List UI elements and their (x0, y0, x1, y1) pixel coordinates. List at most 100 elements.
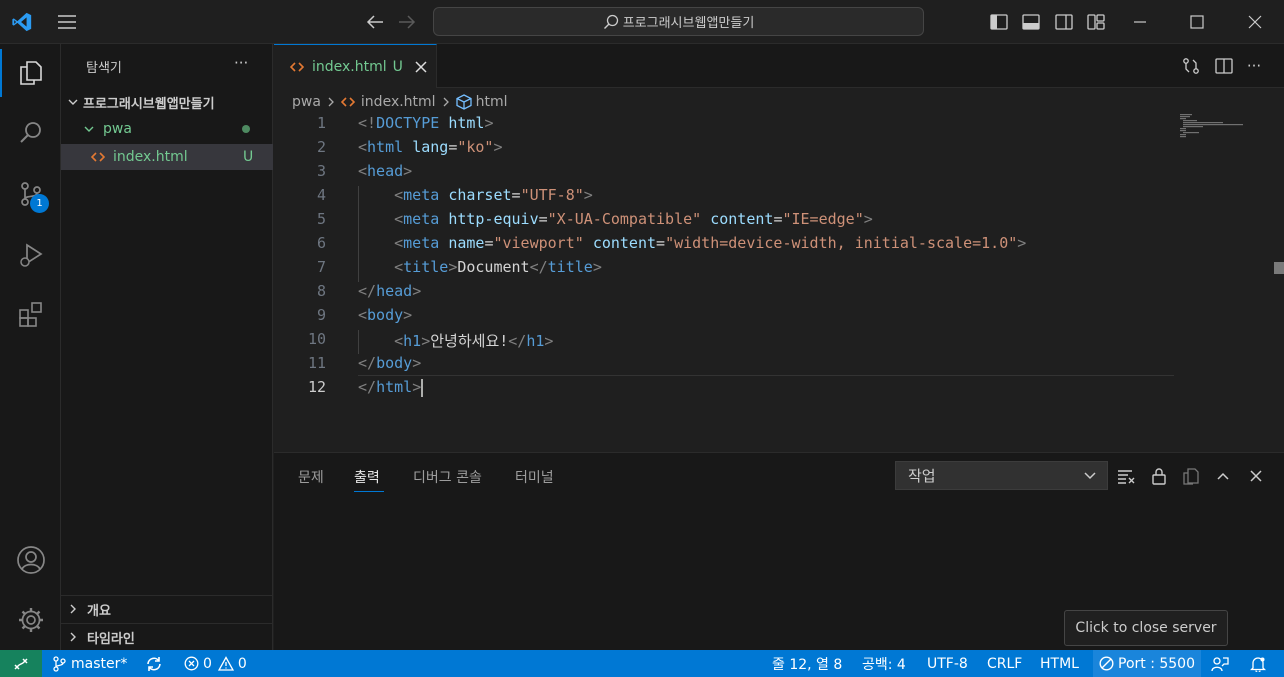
code-line[interactable]: <head> (358, 162, 412, 180)
feedback-icon[interactable] (1211, 650, 1229, 677)
breadcrumb-symbol[interactable]: html (476, 94, 508, 110)
live-server-port[interactable]: Port : 5500 (1093, 650, 1201, 677)
run-debug-icon[interactable] (0, 231, 61, 279)
explorer-sidebar: 탐색기 ··· 프로그래시브웹앱만들기 pwa index.html U 개요 … (61, 44, 273, 650)
maximize-icon[interactable] (1185, 10, 1209, 34)
back-arrow-icon[interactable] (363, 10, 387, 34)
html-file-icon (290, 61, 304, 73)
panel-tab[interactable]: 문제 (298, 467, 324, 487)
settings-gear-icon[interactable] (0, 596, 61, 644)
symbol-element-icon (455, 94, 472, 110)
command-center-search[interactable]: 프로그래시브웹앱만들기 (433, 7, 924, 36)
chevron-right-icon (67, 603, 79, 615)
explorer-icon[interactable] (0, 49, 61, 97)
chevron-down-icon (67, 96, 79, 108)
source-control-icon[interactable] (0, 170, 61, 218)
line-number: 5 (316, 210, 326, 228)
problems-indicator[interactable]: 0 0 (184, 650, 247, 677)
toggle-secondary-sidebar-icon[interactable] (1052, 10, 1076, 34)
code-line[interactable]: </body> (358, 354, 421, 372)
cursor-position[interactable]: 줄 12, 열 8 (772, 650, 842, 677)
workspace-root[interactable]: 프로그래시브웹앱만들기 (61, 89, 273, 115)
indentation[interactable]: 공백: 4 (862, 650, 906, 677)
branch-indicator[interactable]: master* (52, 650, 127, 677)
minimize-icon[interactable] (1128, 10, 1152, 34)
current-line-highlight (358, 375, 1174, 376)
error-count: 0 (203, 655, 212, 672)
close-panel-icon[interactable] (1244, 464, 1268, 488)
sync-icon[interactable] (145, 650, 163, 677)
notifications-bell-icon[interactable] (1250, 650, 1266, 677)
editor-more-icon[interactable]: ··· (1242, 54, 1266, 78)
maximize-panel-icon[interactable] (1211, 464, 1235, 488)
lock-scroll-icon[interactable] (1147, 464, 1171, 488)
code-line[interactable]: <meta charset="UTF-8"> (358, 186, 593, 204)
file-index-html[interactable]: index.html U (61, 144, 273, 170)
tab-index-html[interactable]: index.html U (274, 44, 437, 88)
panel-tab[interactable]: 디버그 콘솔 (413, 467, 482, 487)
explorer-title: 탐색기 (86, 61, 122, 76)
customize-layout-icon[interactable] (1084, 10, 1108, 34)
code-line[interactable]: <html lang="ko"> (358, 138, 503, 156)
encoding[interactable]: UTF-8 (927, 650, 968, 677)
forward-arrow-icon[interactable] (395, 10, 419, 34)
line-number: 10 (307, 330, 326, 348)
timeline-section[interactable]: 타임라인 (61, 624, 273, 650)
outline-label: 개요 (87, 603, 111, 619)
breadcrumb-folder[interactable]: pwa (292, 94, 321, 110)
code-line[interactable]: <title>Document</title> (358, 258, 602, 276)
status-bar: master* 0 0 줄 12, 열 8 공백: 4 UTF-8 CRLF H… (0, 650, 1284, 677)
line-number: 12 (307, 378, 326, 396)
code-editor[interactable]: 1 <!DOCTYPE html> 2 <html lang="ko"> 3 <head>… (274, 114, 1174, 404)
clear-output-icon[interactable] (1114, 464, 1138, 488)
extensions-icon[interactable] (0, 290, 61, 338)
folder-pwa[interactable]: pwa (61, 116, 273, 142)
workspace-root-label: 프로그래시브웹앱만들기 (83, 96, 215, 112)
search-view-icon[interactable] (0, 109, 61, 157)
chevron-right-icon (67, 631, 79, 643)
html-file-icon (91, 151, 105, 163)
timeline-label: 타임라인 (87, 631, 135, 647)
chevron-down-icon (83, 123, 95, 135)
compare-changes-icon[interactable] (1179, 54, 1203, 78)
accounts-icon[interactable] (0, 536, 61, 584)
panel-tab[interactable]: 출력 (354, 467, 380, 487)
language-mode[interactable]: HTML (1040, 650, 1079, 677)
code-line[interactable]: </head> (358, 282, 421, 300)
remote-indicator[interactable] (0, 650, 42, 677)
split-editor-icon[interactable] (1212, 54, 1236, 78)
open-log-file-icon[interactable] (1179, 464, 1203, 488)
code-line[interactable]: <meta name="viewport" content="width=dev… (358, 234, 1026, 252)
scrollbar[interactable] (1274, 262, 1284, 274)
breadcrumb-file[interactable]: index.html (361, 94, 436, 110)
line-number: 4 (316, 186, 326, 204)
code-line[interactable]: </html> (358, 378, 424, 397)
code-line[interactable]: <meta http-equiv="X-UA-Compatible" conte… (358, 210, 873, 228)
close-window-icon[interactable] (1243, 10, 1267, 34)
panel-tab[interactable]: 터미널 (515, 467, 554, 487)
no-entry-icon (1099, 656, 1114, 671)
code-line[interactable]: <!DOCTYPE html> (358, 114, 493, 132)
code-line[interactable]: <h1>안녕하세요!</h1> (358, 330, 553, 351)
vscode-logo-icon (10, 10, 34, 34)
menu-icon[interactable] (55, 10, 79, 34)
error-icon (184, 656, 199, 671)
line-number: 7 (316, 258, 326, 276)
folder-label: pwa (103, 121, 132, 137)
active-tab-underline (354, 491, 384, 492)
line-number: 3 (316, 162, 326, 180)
outline-section[interactable]: 개요 (61, 596, 273, 622)
line-number: 11 (307, 354, 326, 372)
output-channel-select[interactable]: 작업 (895, 461, 1108, 490)
toggle-primary-sidebar-icon[interactable] (987, 10, 1011, 34)
code-line[interactable]: <body> (358, 306, 412, 324)
title-bar: 프로그래시브웹앱만들기 (0, 0, 1284, 44)
toggle-panel-icon[interactable] (1019, 10, 1043, 34)
line-number: 1 (316, 114, 326, 132)
tab-label: index.html (312, 58, 387, 75)
warning-icon (217, 656, 234, 671)
close-tab-icon[interactable] (415, 60, 427, 73)
breadcrumb: pwa index.html html (292, 92, 507, 112)
explorer-more-icon[interactable]: ··· (234, 54, 248, 72)
end-of-line[interactable]: CRLF (987, 650, 1022, 677)
